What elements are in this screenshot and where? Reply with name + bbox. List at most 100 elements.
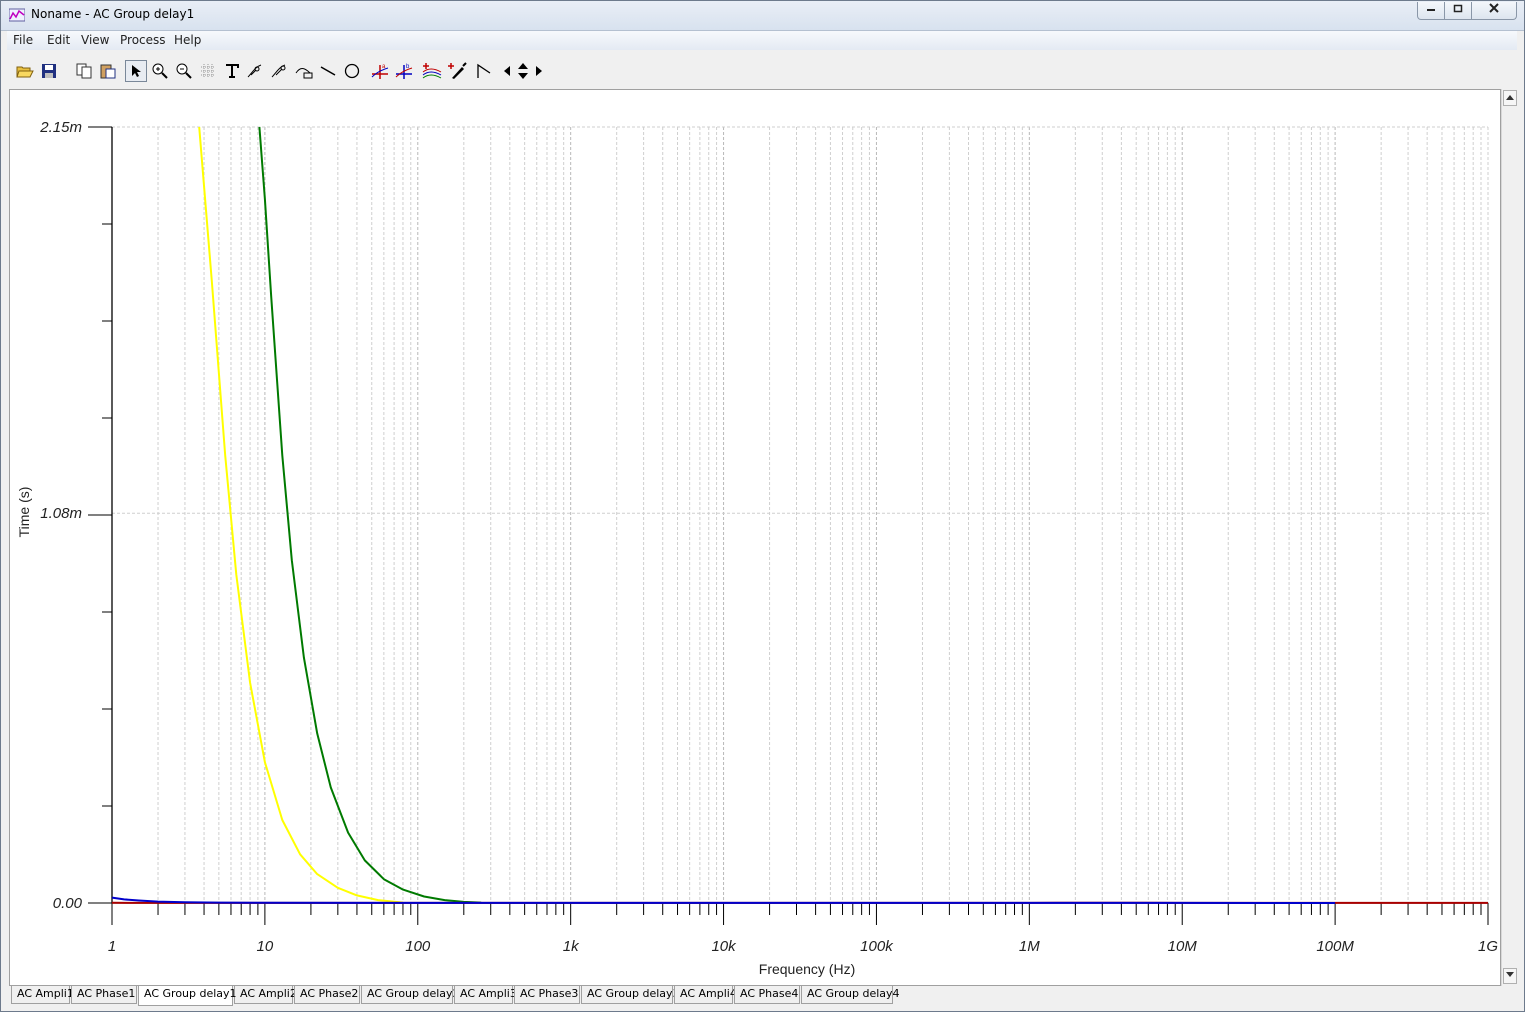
grid-toggle[interactable] <box>197 60 219 82</box>
x-tick-label: 1M <box>1019 938 1040 955</box>
cursor-b-icon: b <box>395 64 413 79</box>
menu-edit[interactable]: Edit <box>47 33 70 47</box>
y-tick-label: 1.08m <box>40 505 82 522</box>
app-icon <box>9 8 25 22</box>
tab-ac-ampli3[interactable]: AC Ampli3 <box>454 986 517 1004</box>
group-delay-chart[interactable]: Frequency (Hz) Time (s) 1 10 100 1k 10k 100k 1… <box>10 90 1500 985</box>
pointer-tool[interactable] <box>125 60 147 82</box>
y-axis-label: Time (s) <box>16 487 32 538</box>
chart-series <box>111 126 1488 904</box>
vertical-scrollbar[interactable] <box>1501 89 1518 986</box>
arrow-updown-icon <box>518 63 528 79</box>
menu-process[interactable]: Process <box>120 33 166 47</box>
open-folder-icon <box>16 66 34 78</box>
series-line <box>198 126 404 904</box>
zoom-in-tool[interactable] <box>149 60 171 82</box>
scroll-updown-button[interactable] <box>515 60 531 82</box>
curve-label-b-tool[interactable] <box>269 60 291 82</box>
tab-ac-phase2[interactable]: AC Phase2 <box>294 986 360 1004</box>
save-button[interactable] <box>38 60 60 82</box>
step-icon <box>477 63 491 78</box>
scroll-up-button[interactable] <box>1503 90 1517 106</box>
x-tick-label: 100 <box>405 938 431 955</box>
grid-icon <box>201 64 215 78</box>
marker-pen-tool[interactable] <box>447 60 469 82</box>
scroll-right-button[interactable] <box>533 60 545 82</box>
zoom-out-tool[interactable] <box>173 60 195 82</box>
curve-label-a-tool[interactable] <box>245 60 267 82</box>
open-button[interactable] <box>14 60 36 82</box>
step-tool[interactable] <box>473 60 495 82</box>
scroll-down-button[interactable] <box>1503 968 1517 984</box>
ellipse-tool[interactable] <box>341 60 363 82</box>
chart-axes <box>88 126 1489 925</box>
x-axis-label: Frequency (Hz) <box>759 961 855 977</box>
add-curve-tool[interactable] <box>421 60 443 82</box>
menu-file[interactable]: File <box>13 33 33 47</box>
scroll-down-icon <box>1506 972 1514 977</box>
tab-ac-ampli4[interactable]: AC Ampli4 <box>674 986 737 1004</box>
scroll-left-button[interactable] <box>501 60 513 82</box>
ellipse-icon <box>344 63 360 79</box>
line-icon <box>320 66 336 76</box>
save-disk-icon <box>42 64 56 78</box>
menu-bar: File Edit View Process Help <box>7 31 1517 50</box>
minimize-icon <box>1427 9 1435 11</box>
menu-view[interactable]: View <box>81 33 109 47</box>
tab-ac-ampli2[interactable]: AC Ampli2 <box>234 986 297 1004</box>
x-tick-label: 10 <box>257 938 274 955</box>
copy-button[interactable] <box>73 60 95 82</box>
y-tick-label: 2.15m <box>39 119 82 136</box>
zoom-out-icon <box>176 63 192 79</box>
x-tick-label: 1k <box>563 938 580 955</box>
curve-label-b-icon <box>271 64 286 78</box>
cursor-a-tool[interactable]: a <box>369 60 391 82</box>
tab-ac-phase4[interactable]: AC Phase4 <box>734 986 800 1004</box>
x-tick-label: 1G <box>1478 938 1498 955</box>
tab-ac-group-delay4[interactable]: AC Group delay4 <box>801 986 900 1004</box>
arrow-left-icon <box>504 66 510 76</box>
line-tool[interactable] <box>317 60 339 82</box>
tab-ac-phase3[interactable]: AC Phase3 <box>514 986 580 1004</box>
curve-label-c-icon <box>295 68 313 79</box>
application-window: Noname - AC Group delay1 File Edit View … <box>0 0 1525 1012</box>
menu-help[interactable]: Help <box>174 33 201 47</box>
pointer-icon <box>132 65 141 77</box>
text-tool[interactable] <box>221 60 243 82</box>
close-icon <box>1489 3 1499 13</box>
marker-pen-icon <box>448 62 467 79</box>
tab-ac-phase1[interactable]: AC Phase1 <box>71 986 137 1004</box>
y-tick-label: 0.00 <box>53 895 83 912</box>
toolbar: a b <box>7 53 1517 87</box>
axis-labels: Frequency (Hz) Time (s) 1 10 100 1k 10k 100k 1… <box>16 119 1498 977</box>
sheet-tabs: AC Ampli1 AC Phase1 AC Group delay1 AC Ampl… <box>7 986 1517 1008</box>
paste-button[interactable] <box>97 60 119 82</box>
tab-ac-group-delay1[interactable]: AC Group delay1 <box>138 986 237 1006</box>
paste-icon <box>100 64 116 79</box>
arrow-right-icon <box>536 66 542 76</box>
add-curve-icon <box>422 63 442 79</box>
x-tick-label: 100k <box>860 938 894 955</box>
copy-icon <box>76 63 92 79</box>
curve-label-a-icon <box>247 64 262 78</box>
tab-ac-ampli1[interactable]: AC Ampli1 <box>11 986 74 1004</box>
cursor-b-tool[interactable]: b <box>393 60 415 82</box>
window-title: Noname - AC Group delay1 <box>31 7 195 21</box>
grid-lines <box>112 126 1489 904</box>
tab-ac-group-delay3[interactable]: AC Group delay3 <box>581 986 680 1004</box>
close-button[interactable] <box>1471 2 1517 20</box>
x-tick-label: 10k <box>711 938 737 955</box>
text-icon <box>226 64 239 78</box>
zoom-in-icon <box>152 63 168 79</box>
restore-icon <box>1453 4 1463 13</box>
x-tick-label: 10M <box>1168 938 1198 955</box>
title-bar[interactable]: Noname - AC Group delay1 <box>1 1 1524 31</box>
x-tick-label: 100M <box>1316 938 1354 955</box>
curve-label-c-tool[interactable] <box>293 60 315 82</box>
x-tick-label: 1 <box>108 938 116 955</box>
plot-canvas[interactable]: Frequency (Hz) Time (s) 1 10 100 1k 10k 100k 1… <box>9 89 1501 986</box>
tab-ac-group-delay2[interactable]: AC Group delay2 <box>361 986 460 1004</box>
minimize-button[interactable] <box>1417 2 1445 20</box>
scroll-up-icon <box>1506 95 1514 100</box>
maximize-button[interactable] <box>1444 2 1472 20</box>
